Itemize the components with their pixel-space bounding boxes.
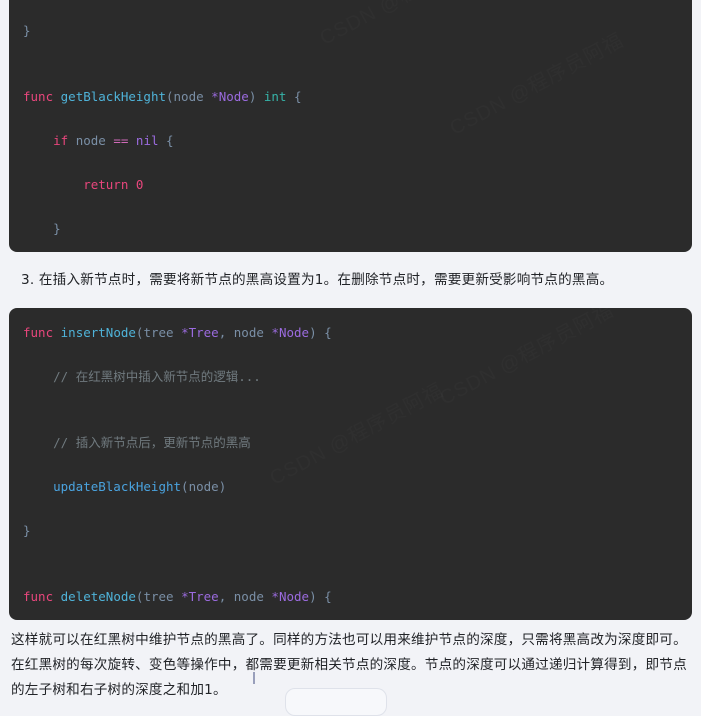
article-page: CSDN @程序员阿福 CSDN @程序员阿福 updateBlackHeigh… <box>0 0 701 716</box>
code-content-1[interactable]: updateBlackHeight(node.left) updateBlack… <box>23 0 678 252</box>
code-block-insert-delete-node[interactable]: CSDN @程序员阿福 CSDN @程序员阿福 func insertNode(… <box>9 308 692 620</box>
text-cursor-mark <box>253 672 255 684</box>
partial-bottom-widget[interactable] <box>285 688 387 716</box>
code-block-get-black-height[interactable]: CSDN @程序员阿福 CSDN @程序员阿福 updateBlackHeigh… <box>9 0 692 252</box>
numbered-note-3: 3. 在插入新节点时，需要将新节点的黑高设置为1。在删除节点时，需要更新受影响节… <box>21 272 614 288</box>
code-content-2[interactable]: func insertNode(tree *Tree, node *Node) … <box>23 322 678 620</box>
